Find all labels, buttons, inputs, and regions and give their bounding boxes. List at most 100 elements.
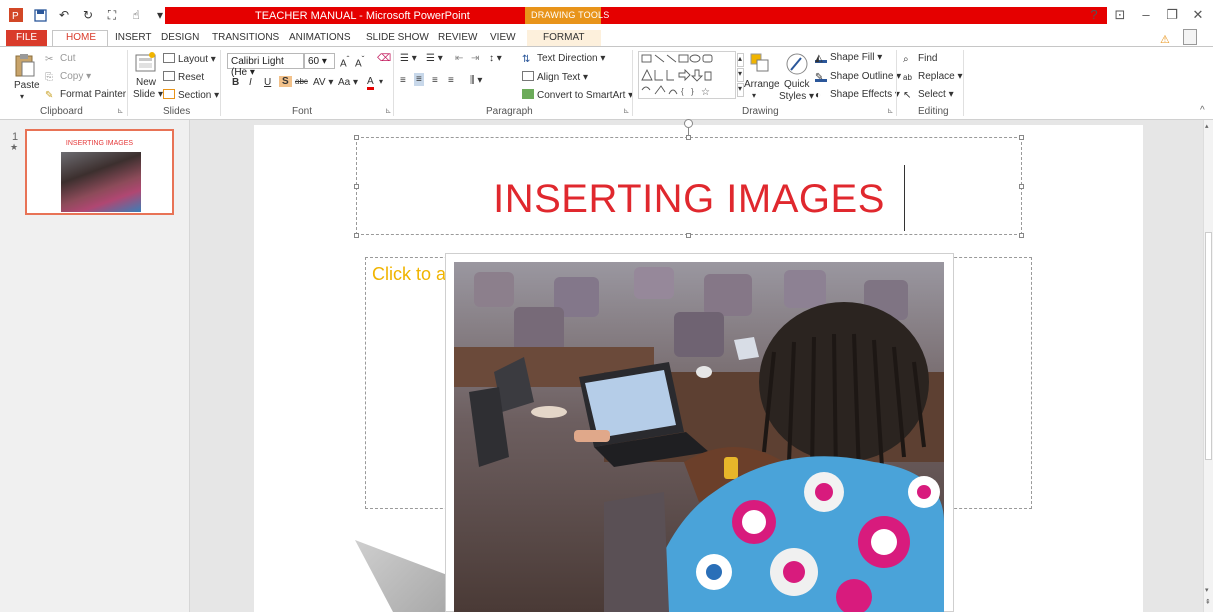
- align-left-button[interactable]: ≡: [400, 75, 406, 86]
- font-size-dropdown[interactable]: 60 ▾: [304, 53, 335, 69]
- resize-handle[interactable]: [354, 135, 359, 140]
- paste-button[interactable]: Paste: [14, 80, 40, 91]
- columns-button[interactable]: ⫼ ▾: [470, 75, 482, 86]
- help-icon[interactable]: ?: [1087, 7, 1101, 23]
- strikethrough-button[interactable]: abc: [295, 77, 308, 86]
- tab-slide-show[interactable]: SLIDE SHOW: [366, 32, 429, 43]
- text-shadow-button[interactable]: S: [279, 76, 292, 87]
- group-divider: [632, 50, 633, 116]
- touch-mode-icon[interactable]: ☝: [128, 7, 144, 23]
- drawing-group-label: Drawing: [742, 106, 779, 117]
- new-slide-button[interactable]: New: [136, 77, 156, 88]
- font-launcher-icon[interactable]: ⊾: [385, 106, 392, 115]
- align-text-button[interactable]: Align Text ▾: [522, 71, 588, 83]
- convert-smartart-button[interactable]: Convert to SmartArt ▾: [522, 89, 633, 101]
- quick-styles-button[interactable]: Quick: [784, 79, 810, 90]
- collapse-ribbon-icon[interactable]: ^: [1200, 105, 1205, 116]
- shape-outline-button[interactable]: ✎ Shape Outline ▾: [815, 71, 901, 83]
- change-case-button[interactable]: Aa ▾: [338, 77, 358, 88]
- restore-icon[interactable]: ❐: [1165, 7, 1179, 23]
- increase-font-size-button[interactable]: Aˆ: [340, 54, 349, 69]
- new-slide-label[interactable]: Slide ▾: [133, 89, 163, 100]
- paste-icon[interactable]: [14, 52, 36, 83]
- bold-button[interactable]: B: [232, 77, 239, 88]
- scissors-icon: ✂: [45, 54, 54, 65]
- increase-indent-button[interactable]: ⇥: [471, 53, 479, 64]
- decrease-font-size-button[interactable]: Aˇ: [355, 54, 364, 69]
- tab-home[interactable]: HOME: [66, 32, 96, 43]
- rotate-handle-icon[interactable]: [684, 119, 693, 128]
- font-color-button[interactable]: A: [367, 76, 374, 90]
- format-painter-button[interactable]: ✎ Format Painter: [45, 89, 126, 101]
- slide-thumbnail[interactable]: INSERTING IMAGES: [25, 129, 174, 215]
- decrease-indent-button[interactable]: ⇤: [455, 53, 463, 64]
- cut-button[interactable]: ✂ Cut: [45, 53, 76, 65]
- svg-text:{: {: [681, 87, 684, 96]
- tab-format[interactable]: FORMAT: [543, 32, 584, 43]
- tab-transitions[interactable]: TRANSITIONS: [212, 32, 279, 43]
- quick-styles-icon[interactable]: [785, 52, 809, 79]
- arrange-icon[interactable]: [750, 53, 770, 76]
- scroll-down-icon[interactable]: ▾: [1205, 586, 1209, 594]
- shape-effects-button[interactable]: ◐ Shape Effects ▾: [815, 89, 900, 101]
- font-name-dropdown[interactable]: Calibri Light (He ▾: [227, 53, 304, 78]
- scrollbar-thumb[interactable]: [1205, 232, 1212, 460]
- shapes-gallery[interactable]: {} ☆: [638, 51, 736, 99]
- redo-icon[interactable]: ↻: [80, 7, 96, 23]
- center-button[interactable]: ≡: [414, 73, 424, 86]
- copy-button[interactable]: ⎘ Copy ▾: [45, 71, 91, 83]
- editing-group-label: Editing: [918, 106, 949, 117]
- ribbon-display-options-icon[interactable]: ⊡: [1113, 7, 1127, 23]
- tab-design[interactable]: DESIGN: [161, 32, 199, 43]
- shapes-scroll-down[interactable]: ▾: [737, 68, 744, 82]
- italic-button[interactable]: I: [249, 77, 252, 88]
- group-divider: [220, 50, 221, 116]
- save-icon[interactable]: [32, 7, 48, 23]
- layout-button[interactable]: Layout ▾: [163, 53, 216, 65]
- previous-slide-icon[interactable]: ⇞: [1205, 598, 1211, 606]
- resize-handle[interactable]: [1019, 233, 1024, 238]
- shapes-more[interactable]: ▾: [737, 83, 744, 97]
- section-button[interactable]: Section ▾: [163, 89, 219, 101]
- shapes-scroll-up[interactable]: ▴: [737, 53, 744, 67]
- tab-animations[interactable]: ANIMATIONS: [289, 32, 350, 43]
- line-spacing-button[interactable]: ↕ ▾: [489, 53, 502, 64]
- quick-styles-label[interactable]: Styles ▾: [779, 91, 814, 102]
- clipboard-launcher-icon[interactable]: ⊾: [117, 106, 124, 115]
- underline-button[interactable]: U: [264, 77, 271, 88]
- slide-title[interactable]: INSERTING IMAGES: [356, 177, 1022, 222]
- clear-formatting-icon[interactable]: ⌫: [377, 53, 391, 64]
- align-right-button[interactable]: ≡: [432, 75, 438, 86]
- justify-button[interactable]: ≡: [448, 75, 454, 86]
- resize-handle[interactable]: [1019, 135, 1024, 140]
- reset-button[interactable]: Reset: [163, 71, 204, 83]
- undo-icon[interactable]: ↶: [56, 7, 72, 23]
- bullets-button[interactable]: ☰ ▾: [400, 53, 417, 64]
- replace-button[interactable]: ab Replace ▾: [903, 71, 963, 83]
- tab-review[interactable]: REVIEW: [438, 32, 477, 43]
- select-button[interactable]: ↖ Select ▾: [903, 89, 954, 101]
- inserted-photo[interactable]: [454, 262, 944, 612]
- paste-dropdown-icon[interactable]: ▾: [20, 92, 24, 101]
- text-direction-button[interactable]: ⇅ Text Direction ▾: [522, 53, 605, 65]
- tab-view[interactable]: VIEW: [490, 32, 516, 43]
- shape-fill-button[interactable]: ◭ Shape Fill ▾: [815, 52, 882, 64]
- account-avatar[interactable]: [1183, 29, 1197, 45]
- drawing-launcher-icon[interactable]: ⊾: [887, 106, 894, 115]
- arrange-dropdown-icon[interactable]: ▾: [752, 91, 756, 100]
- find-button[interactable]: ⌕ Find: [903, 53, 937, 65]
- minimize-icon[interactable]: –: [1139, 7, 1153, 23]
- new-slide-icon[interactable]: [135, 52, 157, 77]
- resize-handle[interactable]: [354, 233, 359, 238]
- close-icon[interactable]: ✕: [1191, 7, 1205, 23]
- scroll-up-icon[interactable]: ▴: [1205, 122, 1209, 130]
- presentation-icon[interactable]: ⛶: [104, 7, 120, 23]
- paragraph-launcher-icon[interactable]: ⊾: [623, 106, 630, 115]
- resize-handle[interactable]: [686, 233, 691, 238]
- numbering-button[interactable]: ☰ ▾: [426, 53, 443, 64]
- tab-insert[interactable]: INSERT: [115, 32, 152, 43]
- font-color-dropdown-icon[interactable]: ▾: [379, 77, 383, 86]
- vertical-scrollbar[interactable]: ▴ ▾ ⇞: [1203, 120, 1213, 612]
- arrange-button[interactable]: Arrange: [744, 79, 780, 90]
- character-spacing-button[interactable]: AV ▾: [313, 77, 333, 88]
